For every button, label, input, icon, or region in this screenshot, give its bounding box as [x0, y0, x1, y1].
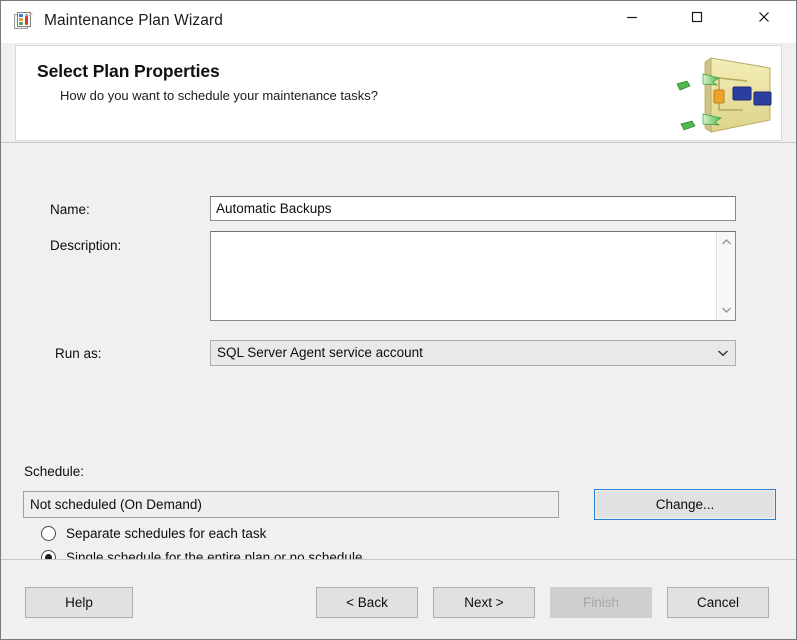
wizard-body: Name: Description: Run as: SQL Server	[1, 143, 797, 559]
minimize-icon	[625, 10, 639, 24]
back-button[interactable]: < Back	[316, 587, 418, 618]
description-scrollbar[interactable]	[716, 232, 735, 320]
schedule-value-box: Not scheduled (On Demand)	[23, 491, 559, 518]
description-input[interactable]	[211, 232, 716, 320]
wizard-header-panel: Select Plan Properties How do you want t…	[15, 45, 782, 141]
wizard-footer: Help < Back Next > Finish Cancel	[1, 560, 797, 640]
title-bar: Maintenance Plan Wizard	[1, 1, 796, 43]
close-button[interactable]	[741, 1, 787, 32]
schedule-label: Schedule:	[24, 464, 84, 479]
maintenance-plan-icon	[14, 12, 35, 33]
description-field-wrapper	[210, 231, 736, 321]
help-button[interactable]: Help	[25, 587, 133, 618]
radio-separate-indicator	[41, 526, 56, 541]
page-title: Select Plan Properties	[37, 61, 220, 82]
description-label: Description:	[50, 238, 121, 253]
chevron-down-icon	[712, 342, 734, 364]
name-label: Name:	[50, 202, 90, 217]
name-input[interactable]	[210, 196, 736, 221]
next-button[interactable]: Next >	[433, 587, 535, 618]
maintenance-plan-flow-banner-icon	[671, 48, 775, 140]
maximize-button[interactable]	[674, 1, 720, 32]
scroll-up-icon[interactable]	[717, 233, 736, 251]
run-as-selected-value: SQL Server Agent service account	[217, 345, 423, 360]
maintenance-plan-wizard-window: Maintenance Plan Wizard Select Plan Prop…	[0, 0, 797, 640]
minimize-button[interactable]	[609, 1, 655, 32]
close-icon	[757, 10, 771, 24]
finish-button: Finish	[550, 587, 652, 618]
change-schedule-button[interactable]: Change...	[594, 489, 776, 520]
page-subtitle: How do you want to schedule your mainten…	[60, 88, 378, 103]
radio-separate-schedules[interactable]: Separate schedules for each task	[41, 523, 266, 543]
run-as-label: Run as:	[55, 346, 102, 361]
maximize-icon	[690, 10, 704, 24]
window-title: Maintenance Plan Wizard	[44, 12, 223, 30]
radio-separate-label: Separate schedules for each task	[66, 526, 266, 541]
scroll-down-icon[interactable]	[717, 301, 736, 319]
run-as-dropdown[interactable]: SQL Server Agent service account	[210, 340, 736, 366]
cancel-button[interactable]: Cancel	[667, 587, 769, 618]
